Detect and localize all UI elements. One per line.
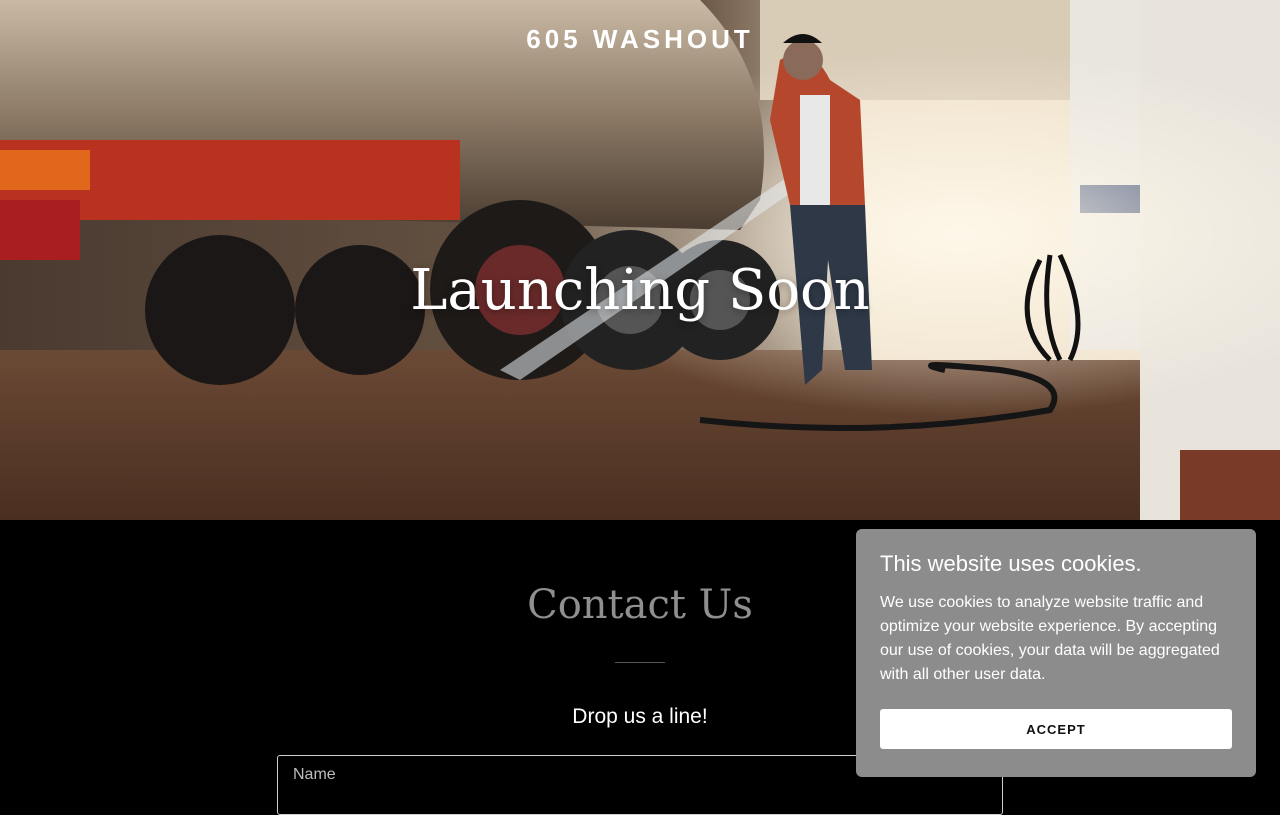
hero-title: Launching Soon <box>410 258 870 323</box>
cookie-banner-title: This website uses cookies. <box>880 551 1142 576</box>
hero-section: 605 WASHOUT Launching Soon <box>0 0 1280 520</box>
contact-divider <box>615 662 665 663</box>
cookie-banner: This website uses cookies. We use cookie… <box>856 529 1256 777</box>
accept-cookies-button[interactable]: ACCEPT <box>880 709 1232 749</box>
cookie-banner-message: We use cookies to analyze website traffi… <box>880 594 1220 683</box>
site-brand-link[interactable]: 605 WASHOUT <box>0 24 1280 55</box>
